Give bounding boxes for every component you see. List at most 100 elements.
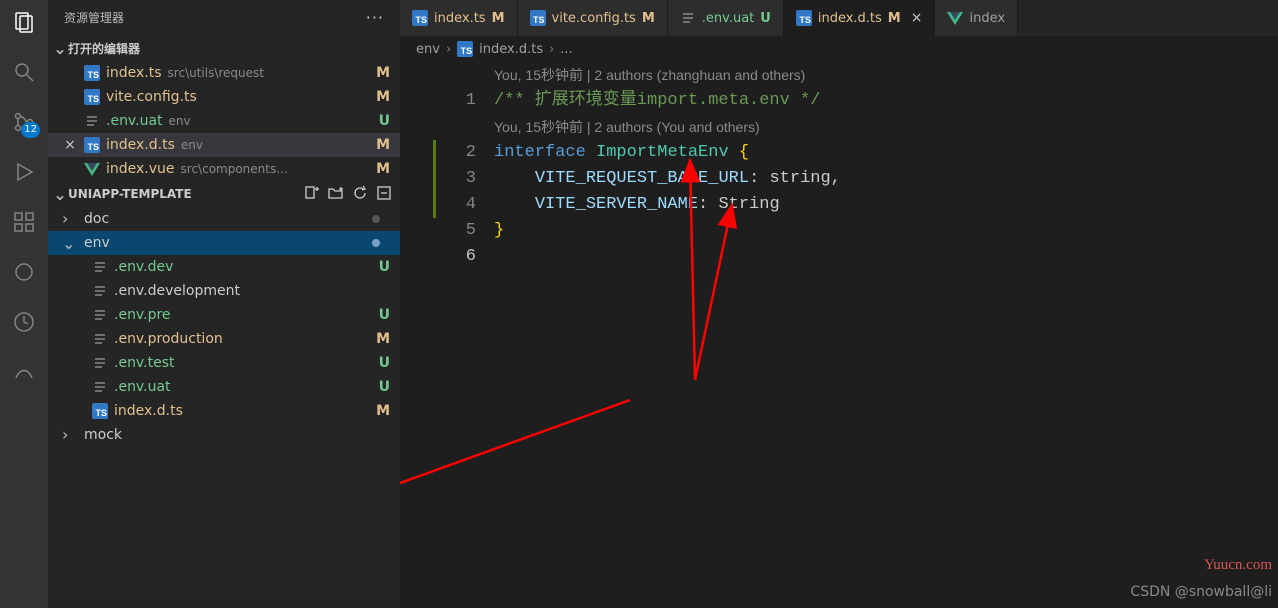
file-item[interactable]: TS index.d.ts M (48, 399, 400, 423)
file-name: .env.development (114, 283, 240, 299)
open-editor-item[interactable]: .env.uatenvU (48, 109, 400, 133)
ts-icon: TS (92, 403, 108, 419)
scm-activity-icon[interactable]: 12 (10, 108, 38, 136)
more-icon[interactable]: ··· (366, 8, 384, 27)
open-editor-item[interactable]: ×TSindex.d.tsenvM (48, 133, 400, 157)
editor-tab[interactable]: TSindex.d.tsM× (784, 0, 936, 36)
search-activity-icon[interactable] (10, 58, 38, 86)
chevron-down-icon (52, 185, 68, 204)
file-name: index.d.ts (106, 137, 175, 153)
ts-icon: TS (530, 10, 546, 26)
explorer-activity-icon[interactable] (10, 8, 38, 36)
close-icon[interactable]: × (911, 10, 923, 26)
editor-tab[interactable]: TSindex.tsM (400, 0, 518, 36)
folder-item[interactable]: doc (48, 207, 400, 231)
open-editor-item[interactable]: TSindex.tssrc\utils\requestM (48, 61, 400, 85)
open-editor-item[interactable]: index.vuesrc\components...M (48, 157, 400, 181)
file-item[interactable]: .env.devU (48, 255, 400, 279)
env-icon (92, 331, 108, 347)
folder-name: env (84, 235, 110, 251)
env-icon (92, 379, 108, 395)
breadcrumb-seg[interactable]: env (416, 42, 440, 57)
chevron-down-icon (52, 39, 68, 58)
codelens[interactable]: You, 15秒钟前 | 2 authors (zhanghuan and ot… (494, 62, 805, 88)
extra-activity-icon[interactable] (10, 258, 38, 286)
editor-tab[interactable]: .env.uat U (668, 0, 784, 36)
breadcrumb[interactable]: env › TS index.d.ts › ... (400, 36, 1278, 62)
chevron-right-icon: › (549, 42, 554, 57)
vue-icon (947, 10, 963, 26)
tab-name: index (969, 11, 1005, 26)
code-editor[interactable]: You, 15秒钟前 | 2 authors (zhanghuan and ot… (400, 62, 1278, 270)
file-name: index.d.ts (114, 403, 183, 419)
git-status: M (372, 331, 390, 347)
tab-name: index.ts (434, 11, 486, 26)
breadcrumb-seg[interactable]: ... (560, 42, 572, 57)
refresh-icon[interactable] (352, 185, 368, 204)
extra3-activity-icon[interactable] (10, 358, 38, 386)
ts-icon: TS (457, 41, 473, 57)
editor-area: TSindex.tsMTSvite.config.tsM.env.uatUTSi… (400, 0, 1278, 608)
file-path: src\utils\request (168, 66, 264, 80)
file-item[interactable]: .env.production M (48, 327, 400, 351)
file-path: env (181, 138, 203, 152)
watermark: Yuucn.com (1204, 557, 1272, 574)
editor-tabs: TSindex.tsMTSvite.config.tsM.env.uatUTSi… (400, 0, 1278, 36)
collapse-icon[interactable] (376, 185, 392, 204)
env-icon (92, 283, 108, 299)
file-name: .env.production (114, 331, 223, 347)
ts-icon: TS (84, 65, 100, 81)
tab-name: .env.uat (702, 11, 755, 26)
chevron-down-icon (62, 234, 78, 253)
file-tree: docenv.env.devU.env.development.env.preU… (48, 207, 400, 447)
git-status: U (372, 355, 390, 371)
folder-name: mock (84, 427, 122, 443)
ts-icon: TS (84, 89, 100, 105)
codelens[interactable]: You, 15秒钟前 | 2 authors (You and others) (494, 114, 760, 140)
breadcrumb-seg[interactable]: index.d.ts (479, 42, 543, 57)
sidebar-title: 资源管理器 (64, 9, 124, 26)
chevron-right-icon (62, 426, 78, 445)
file-name: .env.uat (114, 379, 171, 395)
close-icon[interactable]: × (62, 137, 78, 153)
git-status: M (372, 403, 390, 419)
env-icon (92, 307, 108, 323)
editor-tab[interactable]: TS vite.config.ts M (518, 0, 668, 36)
file-name: index.vue (106, 161, 175, 177)
watermark: CSDN @snowball@li (1130, 584, 1272, 600)
git-status: M (642, 11, 655, 26)
open-editor-item[interactable]: TS vite.config.ts M (48, 85, 400, 109)
git-status: M (372, 89, 390, 105)
open-editors-list: TSindex.tssrc\utils\requestMTSvite.confi… (48, 61, 400, 181)
file-item[interactable]: .env.preU (48, 303, 400, 327)
file-name: .env.dev (114, 259, 173, 275)
run-activity-icon[interactable] (10, 158, 38, 186)
git-status: U (760, 11, 771, 26)
file-name: vite.config.ts (106, 89, 197, 105)
git-status: M (372, 161, 390, 177)
ts-icon: TS (412, 10, 428, 26)
git-status: U (372, 113, 390, 129)
git-status: U (372, 379, 390, 395)
new-file-icon[interactable] (304, 185, 320, 204)
project-header[interactable]: UNIAPP-TEMPLATE (48, 181, 400, 207)
git-gutter-icon (433, 166, 436, 192)
new-folder-icon[interactable] (328, 185, 344, 204)
open-editors-title: 打开的编辑器 (68, 40, 140, 57)
git-gutter-icon (433, 192, 436, 218)
open-editors-header[interactable]: 打开的编辑器 (48, 35, 400, 61)
folder-item[interactable]: mock (48, 423, 400, 447)
extra2-activity-icon[interactable] (10, 308, 38, 336)
file-item[interactable]: .env.development (48, 279, 400, 303)
scm-badge: 12 (21, 122, 40, 138)
activity-bar: 12 (0, 0, 48, 608)
tab-name: vite.config.ts (552, 11, 636, 26)
folder-item[interactable]: env (48, 231, 400, 255)
editor-tab[interactable]: index (935, 0, 1018, 36)
file-name: .env.uat (106, 113, 163, 129)
sidebar-header: 资源管理器 ··· (48, 0, 400, 35)
ts-icon: TS (84, 137, 100, 153)
file-item[interactable]: .env.testU (48, 351, 400, 375)
file-item[interactable]: .env.uat U (48, 375, 400, 399)
extensions-activity-icon[interactable] (10, 208, 38, 236)
